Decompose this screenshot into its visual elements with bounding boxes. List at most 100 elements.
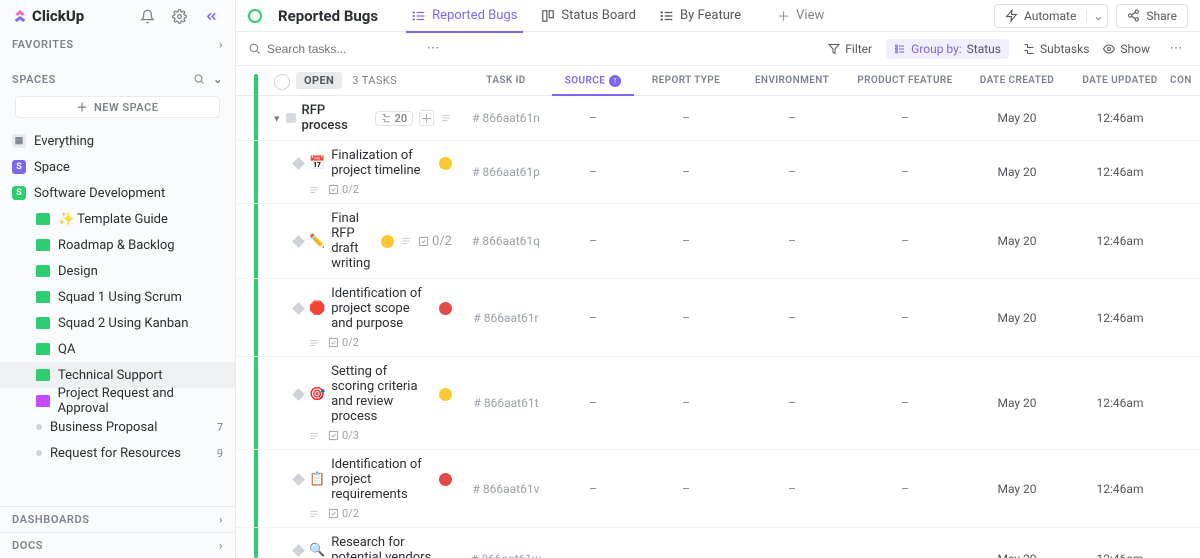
add-subtask-button[interactable]: ＋ — [419, 110, 434, 126]
status-badge-icon — [439, 388, 452, 401]
priority-icon[interactable] — [292, 157, 305, 170]
cell-feature: – — [846, 552, 964, 558]
status-chip[interactable]: OPEN — [296, 72, 342, 89]
subtasks-button[interactable]: Subtasks — [1023, 42, 1089, 56]
chevron-down-icon[interactable]: ⌄ — [213, 73, 223, 86]
view-tab[interactable]: By Feature — [650, 0, 751, 32]
view-tab[interactable]: Reported Bugs — [402, 0, 527, 32]
col-environment[interactable]: ENVIRONMENT — [738, 75, 846, 87]
group-by-button[interactable]: Group by: Status — [886, 39, 1009, 59]
automate-button[interactable]: Automate ⌄ — [994, 4, 1108, 28]
new-space-button[interactable]: ＋ NEW SPACE — [15, 96, 220, 118]
table-row[interactable]: 🛑Identification of project scope and pur… — [236, 279, 1200, 357]
cell-source: – — [552, 165, 634, 179]
collapse-icon[interactable]: ▾ — [274, 112, 280, 125]
priority-icon[interactable] — [292, 235, 305, 248]
priority-icon[interactable] — [292, 388, 305, 401]
grid-icon: ▦ — [12, 134, 26, 148]
table-row[interactable]: 🔍Research for potential vendors0/1# 866a… — [236, 528, 1200, 558]
col-feature[interactable]: PRODUCT FEATURE — [846, 75, 964, 87]
folder-icon — [36, 369, 50, 381]
cell-created: May 20 — [964, 111, 1070, 125]
table-row[interactable]: 📋Identification of project requirements0… — [236, 450, 1200, 528]
filter-icon — [828, 43, 840, 55]
table-row[interactable]: ✏️Final RFP draft writing0/2# 866aat61q–… — [236, 204, 1200, 279]
col-task-id[interactable]: TASK ID — [460, 75, 552, 87]
task-emoji: 🎯 — [309, 387, 325, 402]
folder-label: Design — [58, 264, 98, 279]
col-created[interactable]: DATE CREATED — [964, 75, 1070, 87]
select-all-radio[interactable] — [274, 74, 290, 90]
search-input[interactable] — [248, 42, 407, 56]
cell-feature: – — [846, 165, 964, 179]
chevron-down-icon[interactable]: ⌄ — [1086, 9, 1103, 23]
folder-label: Project Request and Approval — [58, 386, 223, 416]
sidebar-folder[interactable]: Project Request and Approval — [0, 388, 235, 414]
cell-created: May 20 — [964, 552, 1070, 558]
table-row[interactable]: 📅Finalization of project timeline0/2# 86… — [236, 141, 1200, 204]
dashboards-header[interactable]: DASHBOARDS › — [0, 506, 235, 532]
col-source[interactable]: SOURCE↑ — [552, 75, 634, 87]
col-report-type[interactable]: REPORT TYPE — [634, 75, 738, 87]
show-button[interactable]: Show — [1103, 42, 1150, 56]
cell-env: – — [738, 165, 846, 179]
gear-icon[interactable] — [167, 4, 191, 28]
table-row[interactable]: ▾RFP process20＋# 866aat61n––––May 2012:4… — [236, 96, 1200, 141]
sidebar-folder[interactable]: Design — [0, 258, 235, 284]
view-tab[interactable]: Status Board — [531, 0, 646, 32]
share-button[interactable]: Share — [1116, 4, 1188, 28]
folder-icon — [36, 213, 50, 225]
priority-icon[interactable] — [292, 302, 305, 315]
checklist-icon — [328, 337, 339, 348]
sidebar-list[interactable]: Business Proposal7 — [0, 414, 235, 440]
bell-icon[interactable] — [135, 4, 159, 28]
col-updated[interactable]: DATE UPDATED — [1070, 75, 1170, 87]
more-icon[interactable]: ⋯ — [421, 37, 445, 61]
sort-indicator-icon: ↑ — [609, 75, 621, 87]
sidebar-folder[interactable]: QA — [0, 336, 235, 362]
status-dot-icon — [248, 9, 262, 23]
col-extra[interactable]: CON — [1170, 75, 1200, 87]
cell-source: – — [552, 111, 634, 125]
sidebar-item-softdev[interactable]: S Software Development — [0, 180, 235, 206]
table-row[interactable]: 🎯 Setting of scoring criteria and review … — [236, 357, 1200, 450]
cell-source: – — [552, 482, 634, 496]
filter-button[interactable]: Filter — [828, 42, 872, 56]
list-label: Business Proposal — [50, 420, 157, 435]
priority-icon[interactable] — [292, 473, 305, 486]
spaces-header[interactable]: SPACES ⌄ — [0, 67, 235, 92]
task-title: Setting of scoring criteria and review p… — [331, 364, 433, 424]
sidebar-folder[interactable]: Squad 2 Using Kanban — [0, 310, 235, 336]
dot-icon — [36, 424, 42, 430]
status-badge-icon — [439, 157, 452, 170]
docs-header[interactable]: DOCS › — [0, 532, 235, 558]
add-view-button[interactable]: ＋ View — [767, 0, 834, 32]
chevron-right-icon: › — [219, 513, 223, 526]
status-square-icon[interactable] — [286, 113, 296, 123]
folder-icon — [36, 265, 50, 277]
cell-env: – — [738, 234, 846, 248]
cell-created: May 20 — [964, 165, 1070, 179]
more-icon[interactable]: ⋯ — [1164, 37, 1188, 61]
search-icon[interactable] — [193, 73, 205, 86]
subtask-count[interactable]: 20 — [375, 111, 414, 126]
collapse-sidebar-icon[interactable] — [199, 4, 223, 28]
sidebar-item-everything[interactable]: ▦ Everything — [0, 128, 235, 154]
eye-icon — [1103, 43, 1115, 55]
sidebar-folder[interactable]: Roadmap & Backlog — [0, 232, 235, 258]
sidebar-folder[interactable]: Squad 1 Using Scrum — [0, 284, 235, 310]
description-icon — [308, 509, 320, 519]
logo[interactable]: ClickUp — [12, 7, 127, 25]
task-emoji: 🛑 — [309, 301, 325, 316]
search-field[interactable] — [267, 42, 407, 56]
sidebar-folder[interactable]: Technical Support — [0, 362, 235, 388]
clickup-logo-icon — [12, 8, 28, 24]
sidebar-item-space[interactable]: S Space — [0, 154, 235, 180]
view-tab-label: Status Board — [561, 8, 636, 23]
favorites-header[interactable]: FAVORITES › — [0, 32, 235, 57]
description-icon — [308, 185, 320, 195]
priority-icon[interactable] — [292, 544, 305, 557]
sidebar-list[interactable]: Request for Resources9 — [0, 440, 235, 466]
sidebar-folder[interactable]: ✨ Template Guide — [0, 206, 235, 232]
status-badge-icon — [439, 302, 452, 315]
